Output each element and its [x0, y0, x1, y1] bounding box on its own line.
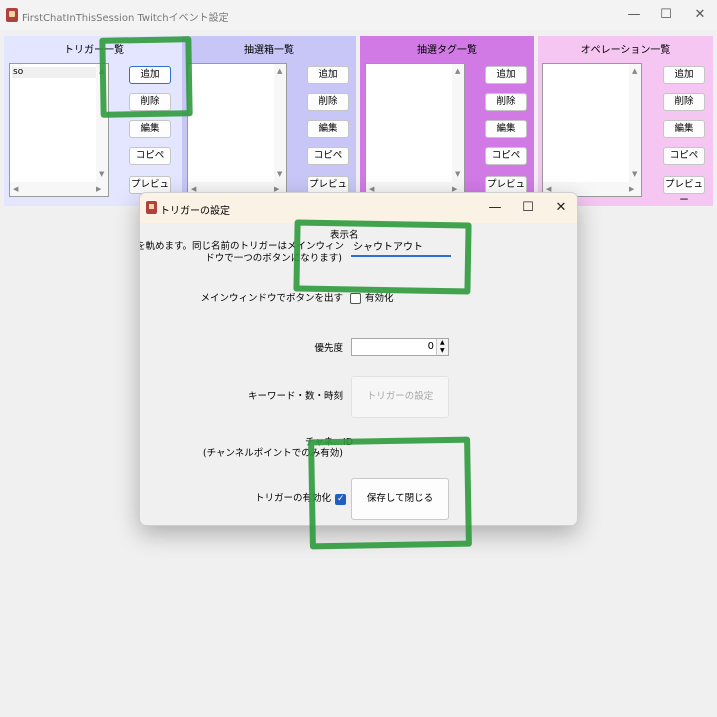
- dialog-minimize-button[interactable]: —: [482, 199, 508, 217]
- scroll-down-icon[interactable]: ▼: [277, 170, 282, 178]
- scroll-up-icon[interactable]: ▲: [277, 67, 282, 75]
- dialog-titlebar: トリガーの設定 — ☐ ✕: [140, 193, 577, 223]
- scroll-right-icon[interactable]: ▶: [629, 185, 634, 193]
- step-up-icon[interactable]: ▲: [440, 340, 445, 346]
- copy-tag-button[interactable]: コピペ: [485, 147, 527, 165]
- step-down-icon[interactable]: ▼: [440, 348, 445, 354]
- lottery-box-list-panel: 抽選箱一覧 ▲ ▼ ◀ ▶ 追加 削除 編集 コピペ プレビュー: [182, 36, 356, 206]
- maximize-button[interactable]: ☐: [652, 5, 680, 25]
- highlight-display-name: [293, 219, 472, 295]
- delete-tag-button[interactable]: 削除: [485, 93, 527, 111]
- vertical-scrollbar[interactable]: ▲ ▼: [629, 64, 641, 182]
- dialog-maximize-button[interactable]: ☐: [515, 199, 541, 217]
- vertical-scrollbar[interactable]: ▲ ▼: [452, 64, 464, 182]
- scroll-up-icon[interactable]: ▲: [455, 67, 460, 75]
- horizontal-scrollbar[interactable]: ◀ ▶: [10, 182, 108, 196]
- copy-trigger-button[interactable]: コピペ: [129, 147, 171, 165]
- trigger-listbox[interactable]: so ▲ ▼ ◀ ▶: [9, 63, 109, 197]
- list-item[interactable]: so: [12, 67, 106, 78]
- lottery-tag-listbox[interactable]: ▲ ▼ ◀ ▶: [365, 63, 465, 197]
- operation-list-panel: オペレーション一覧 ▲ ▼ ◀ ▶ 追加 削除 編集 コピペ プレビュー: [538, 36, 713, 206]
- app-icon: [6, 8, 18, 22]
- close-button[interactable]: ✕: [686, 5, 714, 25]
- panel-title: オペレーション一覧: [580, 45, 671, 56]
- edit-trigger-button[interactable]: 編集: [129, 120, 171, 138]
- copy-box-button[interactable]: コピペ: [307, 147, 349, 165]
- scroll-down-icon[interactable]: ▼: [455, 170, 460, 178]
- priority-stepper[interactable]: 0 ▲ ▼: [351, 338, 449, 356]
- panel-title: 抽選タグ一覧: [417, 45, 477, 56]
- edit-box-button[interactable]: 編集: [307, 120, 349, 138]
- dialog-title: トリガーの設定: [160, 206, 230, 217]
- lottery-box-listbox[interactable]: ▲ ▼ ◀ ▶: [187, 63, 287, 197]
- highlight-save-button: [308, 436, 472, 550]
- priority-label: 優先度: [314, 343, 343, 354]
- delete-box-button[interactable]: 削除: [307, 93, 349, 111]
- add-operation-button[interactable]: 追加: [663, 66, 705, 84]
- vertical-scrollbar[interactable]: ▲ ▼: [274, 64, 286, 182]
- priority-value: 0: [427, 341, 434, 352]
- stepper-buttons[interactable]: ▲ ▼: [436, 339, 448, 355]
- main-window-enable-label: 有効化: [365, 293, 394, 304]
- keyword-label: キーワード・数・時刻: [247, 391, 343, 402]
- scroll-up-icon[interactable]: ▲: [632, 67, 637, 75]
- main-window-button-label: メインウィンドウでボタンを出す: [200, 293, 343, 304]
- dialog-close-button[interactable]: ✕: [548, 199, 574, 217]
- window-title: FirstChatInThisSession Twitchイベント設定: [22, 13, 229, 24]
- main-window-enable-checkbox[interactable]: [350, 293, 361, 304]
- panel-title: 抽選箱一覧: [244, 45, 294, 56]
- scroll-down-icon[interactable]: ▼: [632, 170, 637, 178]
- add-tag-button[interactable]: 追加: [485, 66, 527, 84]
- app-icon: [146, 201, 157, 214]
- trigger-settings-button[interactable]: トリガーの設定: [351, 376, 449, 418]
- delete-operation-button[interactable]: 削除: [663, 93, 705, 111]
- main-titlebar: FirstChatInThisSession Twitchイベント設定 — ☐ …: [0, 0, 717, 30]
- operation-listbox[interactable]: ▲ ▼ ◀ ▶: [542, 63, 642, 197]
- preview-operation-button[interactable]: プレビュー: [663, 176, 705, 206]
- minimize-button[interactable]: —: [620, 5, 648, 25]
- scroll-right-icon[interactable]: ▶: [96, 185, 101, 193]
- edit-operation-button[interactable]: 編集: [663, 120, 705, 138]
- highlight-add-button: [99, 36, 193, 118]
- lottery-tag-list-panel: 抽選タグ一覧 ▲ ▼ ◀ ▶ 追加 削除 編集 コピペ プレビュー: [360, 36, 534, 206]
- copy-operation-button[interactable]: コピペ: [663, 147, 705, 165]
- edit-tag-button[interactable]: 編集: [485, 120, 527, 138]
- add-box-button[interactable]: 追加: [307, 66, 349, 84]
- scroll-down-icon[interactable]: ▼: [99, 170, 104, 178]
- scroll-left-icon[interactable]: ◀: [13, 185, 18, 193]
